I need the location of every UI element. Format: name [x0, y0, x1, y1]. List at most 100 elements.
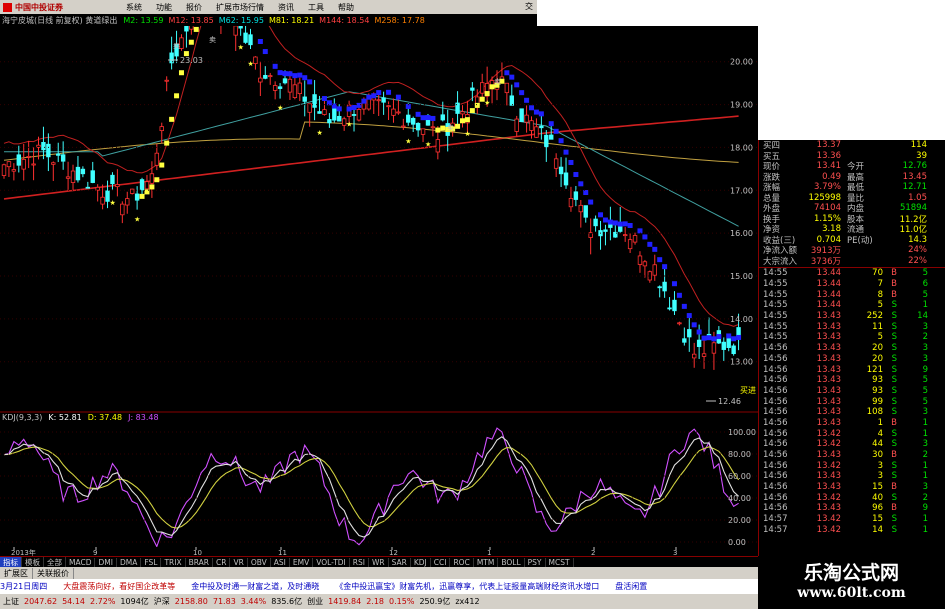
news-item[interactable]: 大盘震荡向好，看好国企改革等 [63, 581, 175, 592]
tab-wr[interactable]: WR [369, 557, 389, 567]
status-item: zx412 [455, 597, 480, 606]
tab-roc[interactable]: ROC [450, 557, 474, 567]
buy-marker: 买进 [740, 386, 756, 395]
tab-boll[interactable]: BOLL [498, 557, 525, 567]
tab-cr[interactable]: CR [213, 557, 231, 567]
tab-asi[interactable]: ASI [271, 557, 290, 567]
tab-全部[interactable]: 全部 [44, 557, 66, 567]
tick-cell: 13.43 [816, 450, 841, 461]
up-trend-dot [174, 93, 180, 99]
tick-cell: S [891, 375, 897, 386]
tick-cell: 121 [866, 364, 883, 375]
news-item[interactable]: 《金中投迅赢宝》财富先机，迅赢尊享，代表上证报量高端财经资讯水增口 [335, 581, 599, 592]
tick-cell: 7 [877, 279, 883, 290]
tick-cell: 14:56 [763, 343, 788, 354]
down-trend-dot [662, 264, 668, 270]
tick-cell: 14:56 [763, 492, 788, 503]
status-item: 835.6亿 [271, 597, 303, 606]
down-trend-dot [588, 199, 594, 205]
low-label: 12.46 [718, 397, 741, 406]
tick-cell: S [891, 471, 897, 482]
candle-body [327, 119, 332, 124]
news-item[interactable]: 盘活闲置 [615, 581, 647, 592]
tab-dma[interactable]: DMA [117, 557, 142, 567]
kdj-chart[interactable]: 100.00 80.00 60.00 40.00 20.00 0.00 [0, 424, 758, 547]
sell-marker-2: 卖 [173, 42, 180, 50]
tick-cell: 6 [922, 279, 928, 290]
date-tick: 11 [278, 549, 287, 556]
candle-body [51, 162, 56, 165]
menu-tools[interactable]: 工具 [308, 2, 324, 13]
down-trend-dot [509, 74, 515, 80]
tick-cell: 13.42 [816, 492, 841, 503]
menu-news[interactable]: 资讯 [278, 2, 294, 13]
tab-模板[interactable]: 模板 [22, 557, 44, 567]
down-trend-dot [356, 102, 362, 108]
candle-body [696, 339, 702, 347]
tick-cell: 1 [922, 417, 928, 428]
tab-fsl[interactable]: FSL [141, 557, 162, 567]
down-trend-dot [351, 105, 357, 111]
menu-bar: 中国中投证券 系统 功能 报价 扩展市场行情 资讯 工具 帮助 交 [0, 0, 537, 14]
news-item[interactable]: 金中投及时通一财富之道，及时通晓 [191, 581, 319, 592]
tab-mtm[interactable]: MTM [474, 557, 499, 567]
candle-body [115, 184, 120, 188]
tab-dmi[interactable]: DMI [95, 557, 117, 567]
tab-kdj[interactable]: KDJ [411, 557, 431, 567]
tick-cell: 1 [877, 417, 883, 428]
candle-body [41, 142, 46, 151]
tab-emv[interactable]: EMV [290, 557, 314, 567]
candle-body [110, 174, 115, 185]
down-trend-dot [637, 228, 643, 234]
tab-related-quote[interactable]: 关联报价 [33, 567, 74, 579]
down-trend-dot [681, 303, 687, 309]
tab-sar[interactable]: SAR [389, 557, 411, 567]
candle-body [85, 186, 91, 189]
tab-brar[interactable]: BRAR [186, 557, 214, 567]
sell-marker-4: 卖 [447, 124, 454, 132]
tab-macd[interactable]: MACD [66, 557, 96, 567]
quote-cell: 74104 [813, 203, 841, 214]
tick-cell: 3 [877, 460, 883, 471]
tab-trix[interactable]: TRIX [161, 557, 186, 567]
candle-body [415, 122, 421, 131]
menu-function[interactable]: 功能 [156, 2, 172, 13]
news-ticker[interactable]: 3月21日周四 大盘震荡向好，看好国企改革等 金中投及时通一财富之道，及时通晓 《金中… [0, 579, 758, 594]
down-trend-dot [607, 219, 613, 225]
down-trend-dot [371, 93, 377, 99]
tab-obv[interactable]: OBV [248, 557, 271, 567]
logo-icon [3, 2, 12, 12]
menu-system[interactable]: 系统 [126, 2, 142, 13]
tab-vol-tdi[interactable]: VOL-TDI [313, 557, 350, 567]
down-trend-dot [652, 246, 658, 252]
tick-cell: 14 [872, 524, 883, 535]
tab-vr[interactable]: VR [230, 557, 248, 567]
star-marker: ★ [484, 99, 490, 107]
ma-value-0: M2: 13.59 [123, 15, 164, 25]
tick-cell: S [891, 514, 897, 525]
candle-body [701, 353, 707, 357]
candlestick-chart[interactable]: ★★★★★★★★★★★★ 20.0019.0018.0017.0016.0015… [0, 26, 758, 413]
news-item[interactable]: 3月21日周四 [0, 581, 47, 592]
tab-extension[interactable]: 扩展区 [0, 567, 33, 579]
tick-row: 14:56 13.43 108 S 3 [759, 407, 945, 418]
tab-rsi[interactable]: RSI [350, 557, 369, 567]
kdj-j: J: 83.48 [128, 413, 159, 422]
tab-cci[interactable]: CCI [431, 557, 451, 567]
tab-psy[interactable]: PSY [525, 557, 546, 567]
candle-body [70, 170, 76, 183]
tab-mcst[interactable]: MCST [546, 557, 574, 567]
candle-body [6, 161, 12, 168]
candle-body [312, 94, 317, 108]
tick-cell: 14:55 [763, 268, 788, 279]
menu-help[interactable]: 帮助 [338, 2, 354, 13]
menu-quote[interactable]: 报价 [186, 2, 202, 13]
tick-cell: 9 [922, 364, 928, 375]
quote-panel: 买四 13.37 114 买五 13.36 39 现价 13.41 今开 12.76 涨跌 0.49 最… [758, 140, 945, 556]
up-trend-dot [164, 140, 170, 146]
star-marker: ★ [109, 199, 115, 207]
menu-extended-market[interactable]: 扩展市场行情 [216, 2, 264, 13]
trade-button[interactable]: 交 [525, 1, 533, 12]
status-item: 71.83 [212, 597, 236, 606]
tab-指标[interactable]: 指标 [0, 557, 22, 567]
